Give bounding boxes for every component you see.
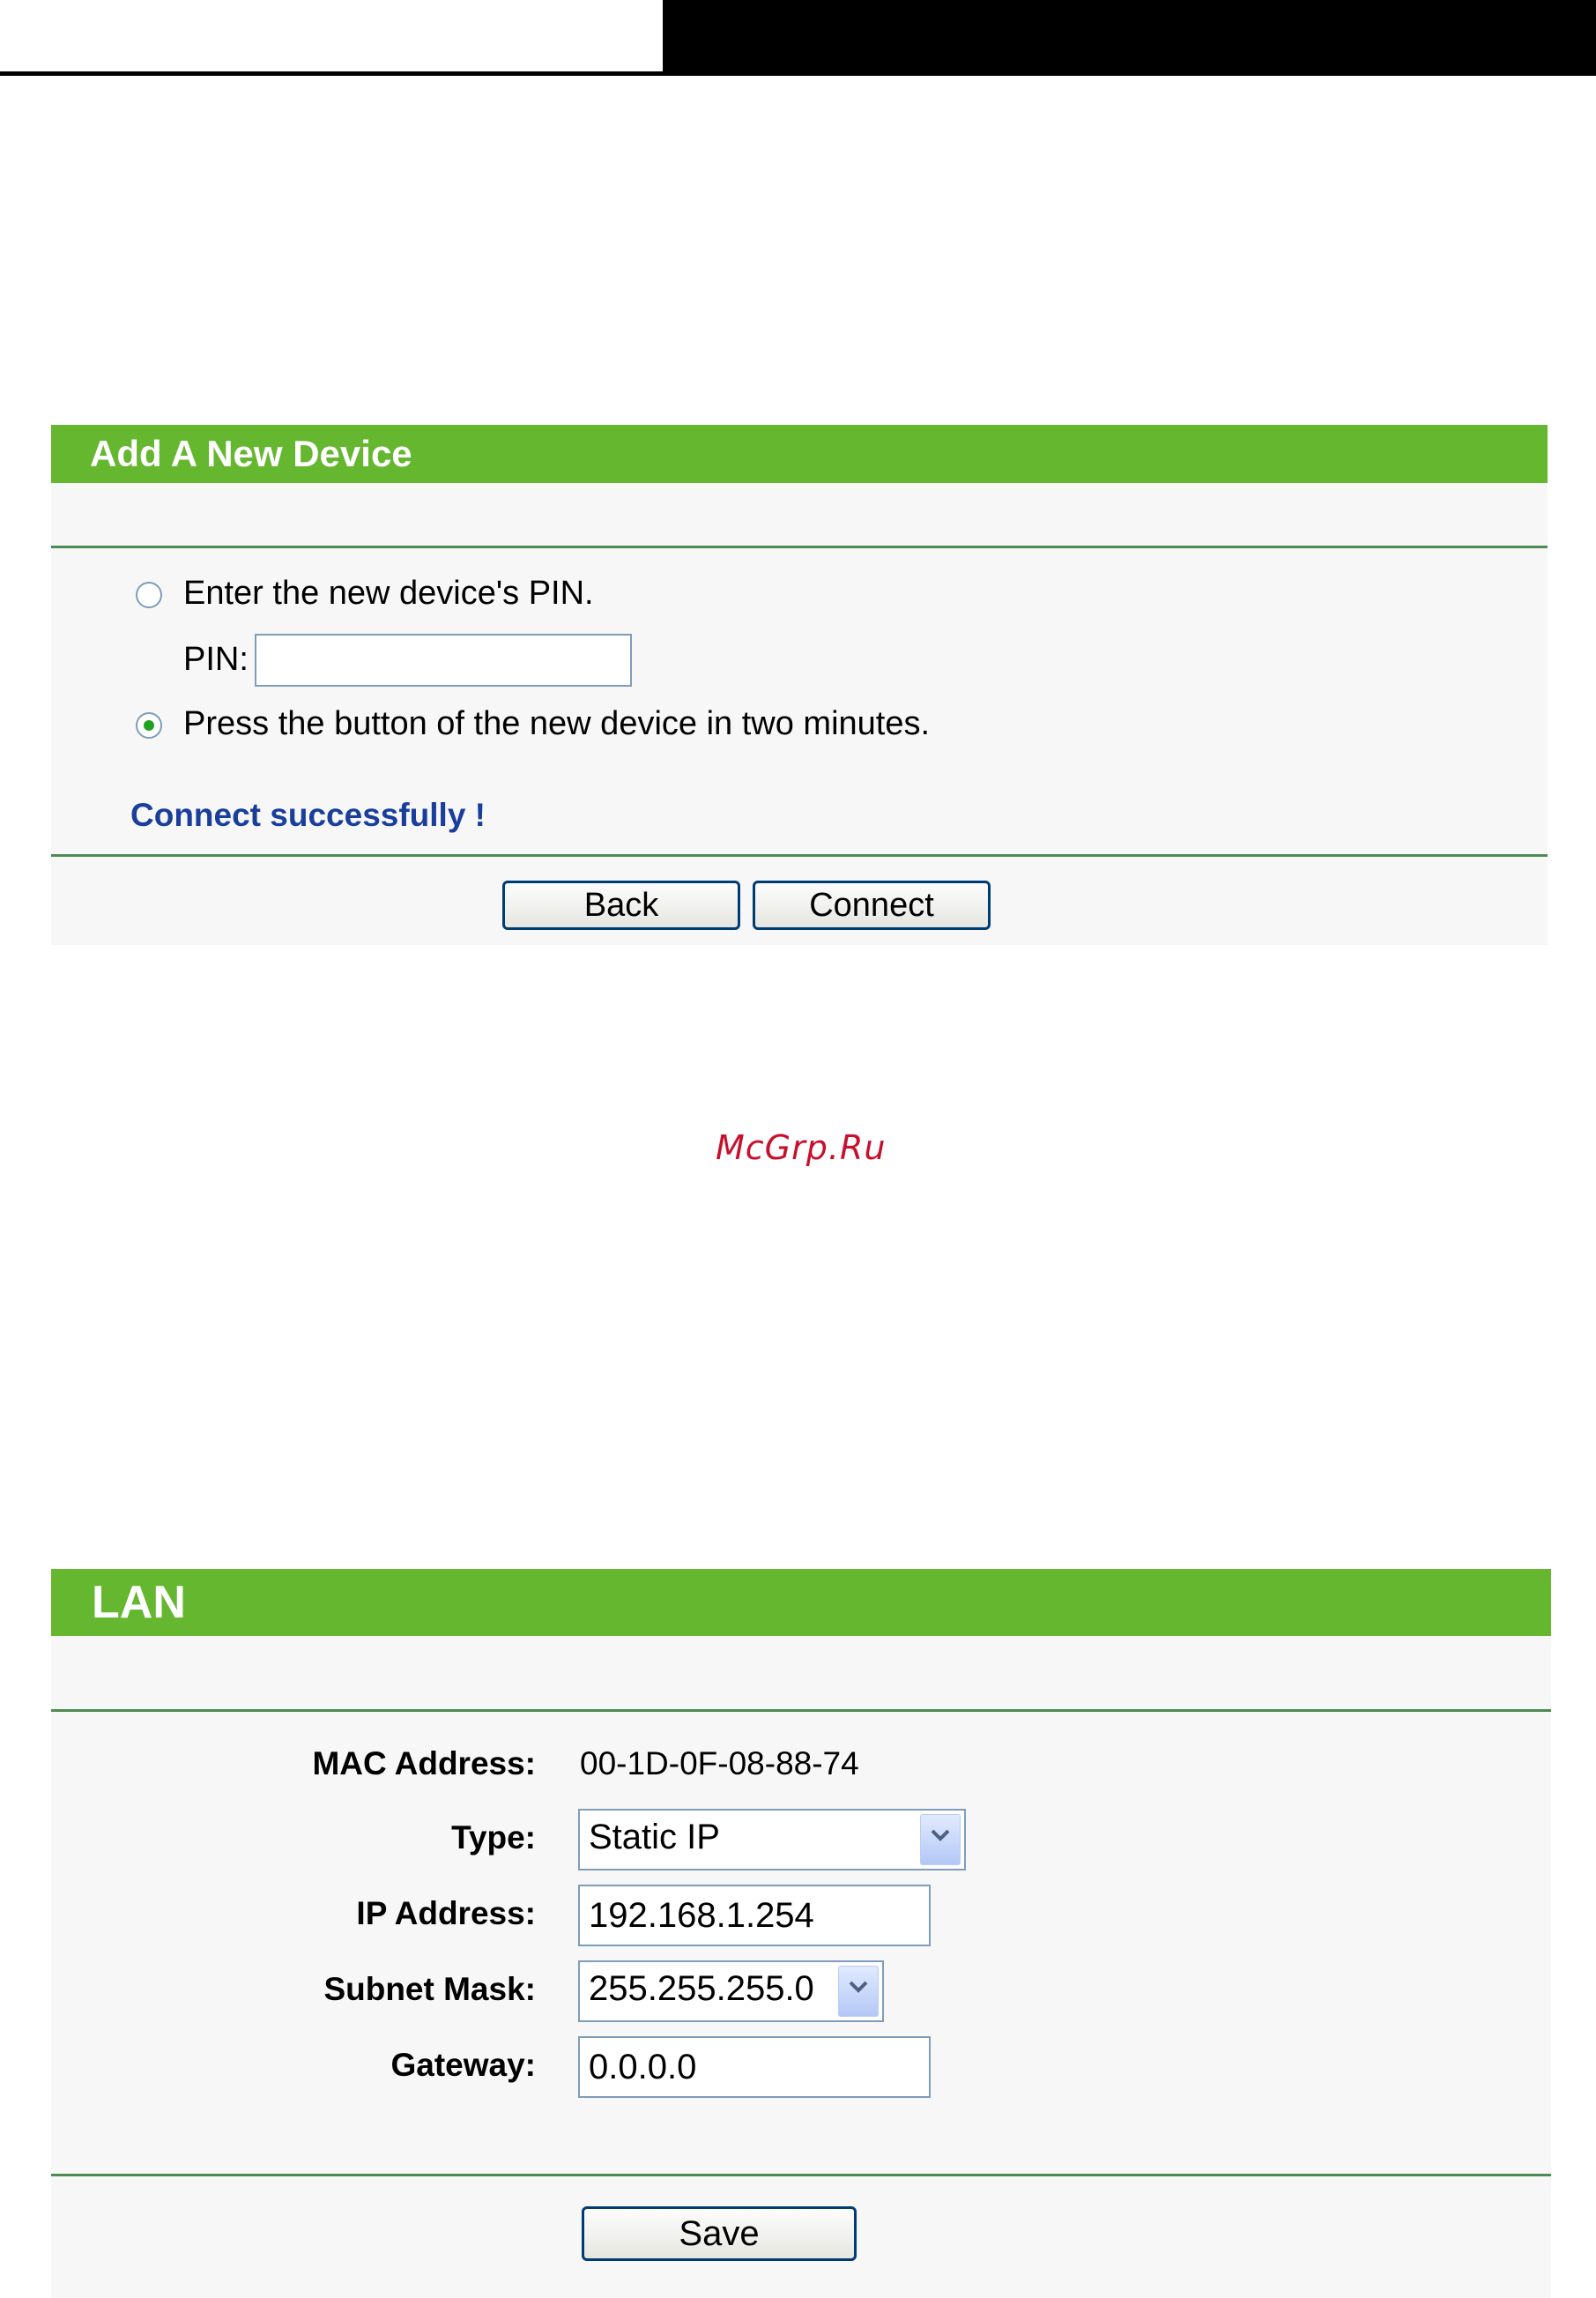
gateway-label: Gateway: — [390, 2047, 536, 2083]
divider — [51, 546, 1548, 548]
top-black-bar — [663, 0, 1596, 76]
divider — [51, 2174, 1551, 2176]
subnet-mask-select[interactable]: 255.255.255.0 — [578, 1960, 884, 2022]
mask-value: 255.255.255.0 — [589, 1969, 814, 2008]
type-value: Static IP — [589, 1818, 720, 1856]
mac-label: MAC Address: — [312, 1745, 536, 1781]
type-label: Type: — [451, 1819, 536, 1856]
mac-value: 00-1D-0F-08-88-74 — [580, 1745, 859, 1781]
pin-option-radio[interactable] — [136, 582, 162, 608]
status-message: Connect successfully ! — [130, 797, 486, 833]
pin-option-label: Enter the new device's PIN. — [183, 575, 594, 612]
top-white-bar — [0, 0, 663, 76]
chevron-down-icon[interactable] — [920, 1814, 961, 1865]
watermark: McGrp.Ru — [716, 1128, 887, 1167]
button-option-radio[interactable] — [136, 712, 162, 739]
chevron-down-icon[interactable] — [838, 1966, 879, 2017]
back-button[interactable]: Back — [502, 881, 740, 930]
ip-address-input[interactable] — [578, 1885, 931, 1946]
lan-panel: LAN MAC Address: 00-1D-0F-08-88-74 Type:… — [51, 1569, 1551, 2298]
connect-button[interactable]: Connect — [753, 881, 991, 930]
add-device-panel: Add A New Device Enter the new device's … — [51, 425, 1548, 945]
type-select[interactable]: Static IP — [578, 1809, 966, 1870]
pin-label: PIN: — [183, 641, 249, 678]
panel-title: LAN — [51, 1569, 1551, 1636]
divider — [51, 854, 1548, 857]
gateway-input[interactable] — [578, 2036, 931, 2098]
mask-label: Subnet Mask: — [323, 1971, 536, 2007]
save-button[interactable]: Save — [582, 2206, 857, 2261]
panel-title: Add A New Device — [51, 425, 1548, 483]
divider — [51, 1709, 1551, 1712]
button-option-label: Press the button of the new device in tw… — [183, 705, 931, 742]
pin-input[interactable] — [255, 634, 632, 687]
ip-label: IP Address: — [356, 1895, 536, 1931]
